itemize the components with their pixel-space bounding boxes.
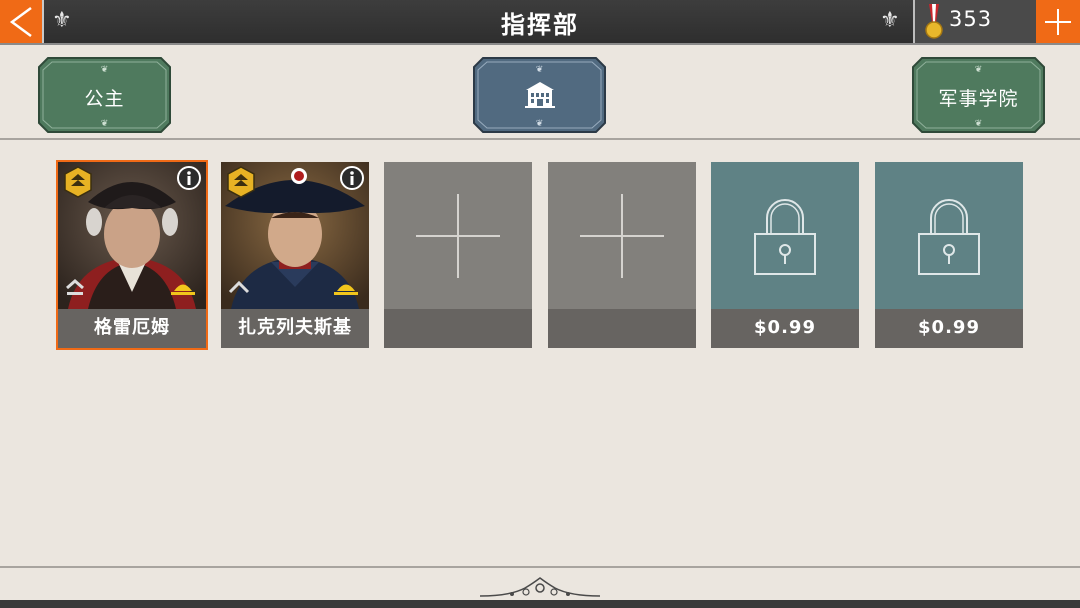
tab-label: 公主 [84, 88, 125, 110]
divider [0, 138, 1080, 140]
medal-icon [925, 4, 943, 39]
empty-slot-area [384, 162, 532, 309]
currency-value: 353 [949, 7, 993, 31]
lock-icon [754, 199, 816, 275]
slot-price: $0.99 [875, 309, 1023, 348]
plus-icon [416, 194, 500, 278]
add-currency-button[interactable] [1036, 0, 1080, 43]
bottom-bar [0, 600, 1080, 608]
hat-icon [171, 284, 195, 295]
chevron-up-icon [66, 279, 84, 295]
general-card[interactable]: 扎克列夫斯基 [221, 162, 369, 348]
svg-text:❦: ❦ [101, 119, 109, 129]
rank-up-icon [64, 166, 92, 198]
fleur-ornament-icon: ⚜ [880, 8, 900, 33]
plus-icon [580, 194, 664, 278]
rank-up-icon [227, 166, 255, 198]
general-name: 格雷厄姆 [58, 309, 206, 348]
top-bar: ⚜ 指挥部 ⚜ 353 [0, 0, 1080, 45]
empty-slot[interactable] [384, 162, 532, 348]
svg-text:❦: ❦ [536, 65, 544, 75]
chevron-up-icon [228, 280, 250, 294]
svg-text:❦: ❦ [101, 65, 109, 75]
slot-label [548, 309, 696, 348]
divider [0, 566, 1080, 568]
plus-icon [1045, 8, 1071, 35]
tab-military-academy[interactable]: ❦ ❦ 军事学院 [912, 57, 1045, 133]
svg-text:❦: ❦ [975, 119, 983, 129]
tab-princess[interactable]: ❦ ❦ 公主 [38, 57, 171, 133]
slot-price: $0.99 [711, 309, 859, 348]
currency-display: 353 [913, 0, 1038, 43]
general-card[interactable]: 格雷厄姆 [56, 160, 208, 350]
lock-icon [918, 199, 980, 275]
tab-label: 军事学院 [938, 88, 1019, 110]
info-icon[interactable] [176, 165, 202, 191]
empty-slot-area [548, 162, 696, 309]
building-icon [525, 82, 555, 108]
hat-icon [334, 284, 358, 295]
info-icon[interactable] [339, 165, 365, 191]
svg-text:❦: ❦ [536, 119, 544, 129]
locked-slot[interactable]: $0.99 [711, 162, 859, 348]
tab-headquarters[interactable]: ❦ ❦ [473, 57, 606, 133]
slot-label [384, 309, 532, 348]
locked-slot[interactable]: $0.99 [875, 162, 1023, 348]
empty-slot[interactable] [548, 162, 696, 348]
general-name: 扎克列夫斯基 [221, 309, 369, 348]
locked-slot-area [711, 162, 859, 309]
locked-slot-area [875, 162, 1023, 309]
ornament-flourish-icon [479, 577, 601, 597]
svg-text:❦: ❦ [975, 65, 983, 75]
